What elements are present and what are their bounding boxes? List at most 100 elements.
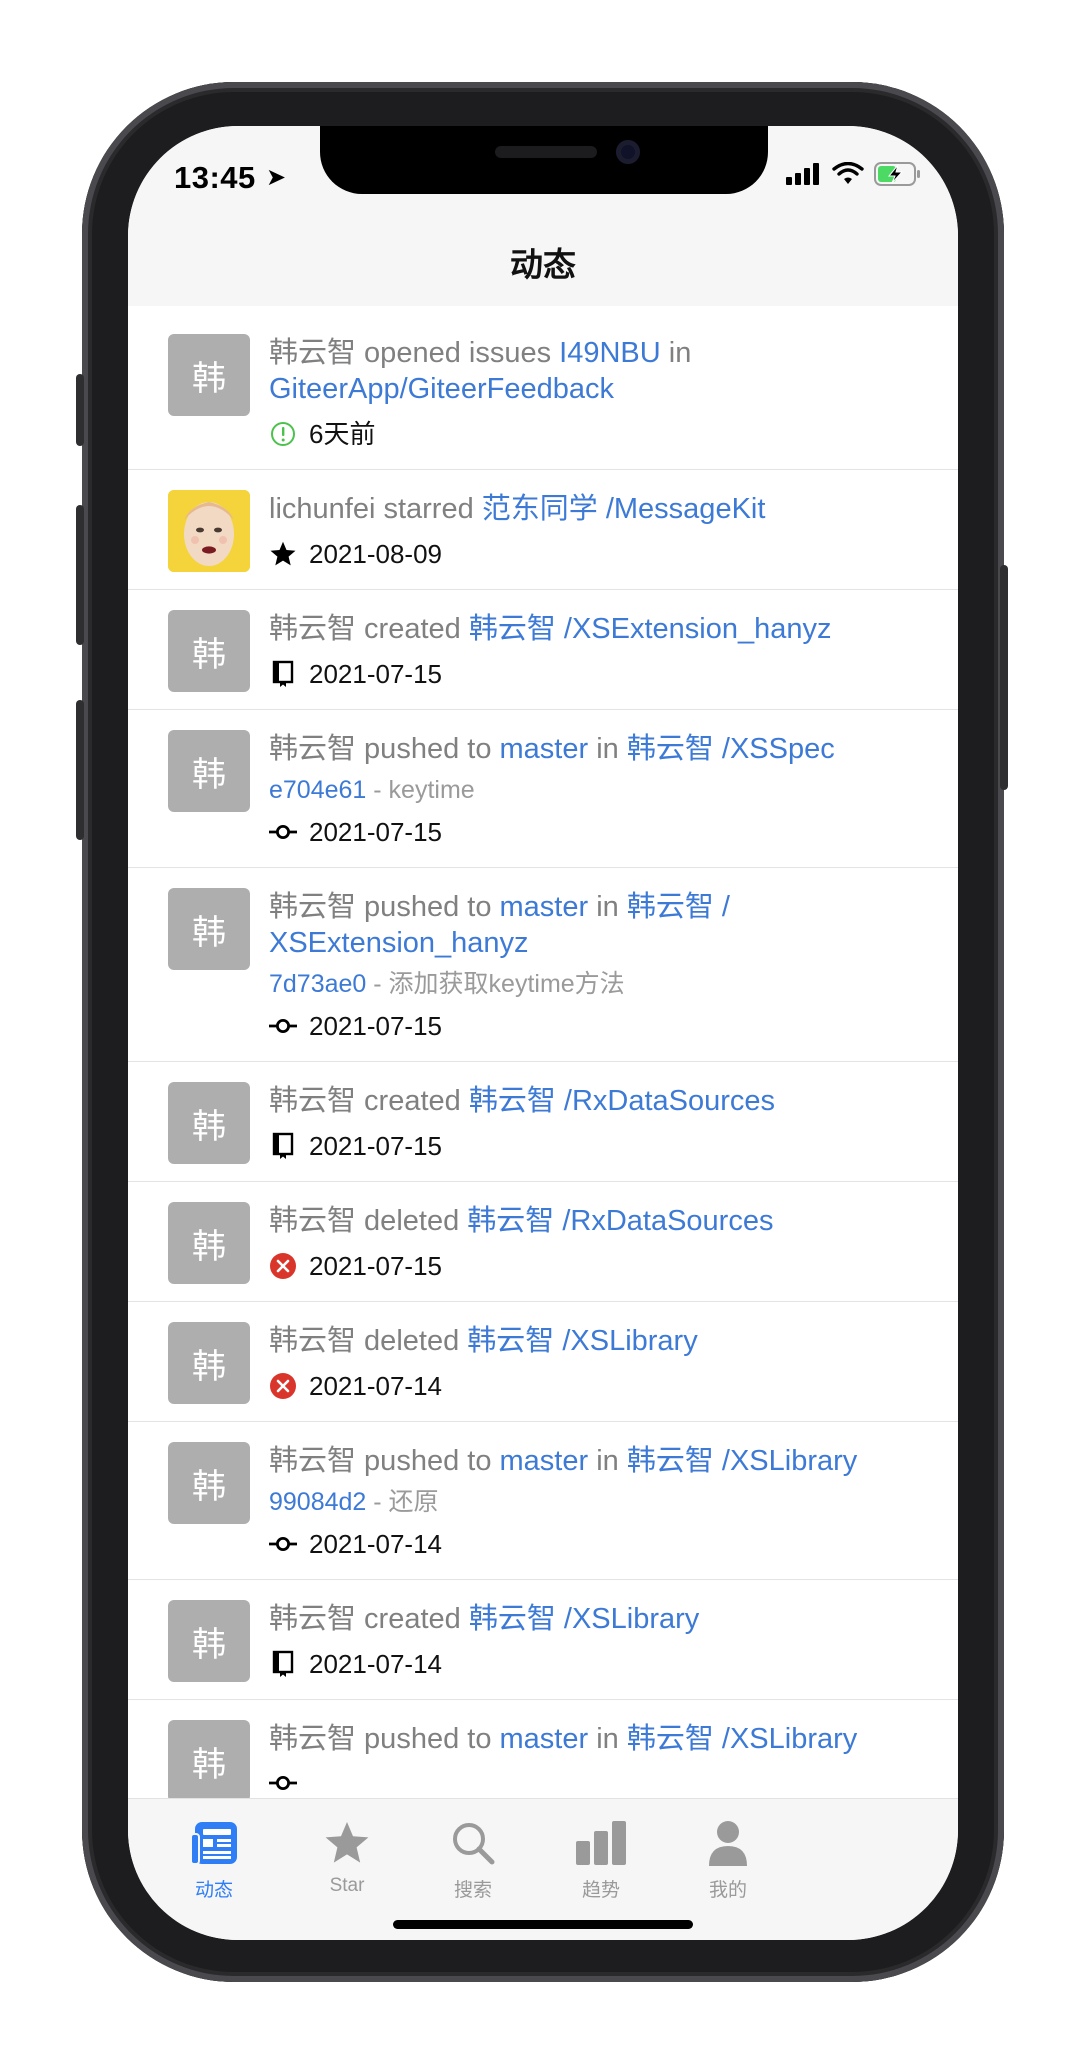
battery-charging-icon (874, 162, 920, 186)
event-text: 韩云智 pushed to (269, 1445, 500, 1477)
event-description: 韩云智 pushed to master in 韩云智 /XSSpec (269, 731, 918, 767)
event-meta: 2021-07-14 (269, 1529, 918, 1559)
event-link[interactable]: master (500, 891, 589, 923)
home-indicator[interactable] (393, 1920, 693, 1929)
event-description: 韩云智 deleted 韩云智 /RxDataSources (269, 1203, 918, 1239)
silent-switch (76, 374, 84, 446)
event-text: lichunfei starred (269, 493, 482, 525)
event-link[interactable]: master (500, 1445, 589, 1477)
tab-person[interactable]: 我的 (668, 1817, 788, 1902)
avatar[interactable]: 韩 (168, 1082, 250, 1164)
event-link[interactable]: 韩云智 /RxDataSources (467, 1205, 773, 1237)
feed-item[interactable]: 韩韩云智 deleted 韩云智 /RxDataSources 2021-07-1… (128, 1182, 958, 1302)
commit-info: 7d73ae0 - 添加获取keytime方法 (269, 969, 918, 999)
event-meta: 2021-07-15 (269, 1251, 918, 1281)
commit-hash-link[interactable]: e704e61 (269, 776, 366, 804)
tab-label: 趋势 (581, 1880, 620, 1901)
repo-icon (269, 1650, 297, 1678)
event-time: 2021-07-15 (309, 1131, 442, 1161)
event-link[interactable]: master (500, 733, 589, 765)
repo-icon (269, 1132, 297, 1160)
volume-up-button (76, 505, 84, 645)
feed-item[interactable]: 韩韩云智 opened issues I49NBU in GiteerApp/G… (128, 314, 958, 470)
event-link[interactable]: 范东同学 /MessageKit (482, 493, 766, 525)
feed-item[interactable]: 韩韩云智 pushed to master in 韩云智 / XSExtensi… (128, 868, 958, 1062)
event-link[interactable]: 韩云智 /XSSpec (627, 733, 835, 765)
event-description: 韩云智 opened issues I49NBU in GiteerApp/Gi… (269, 335, 918, 407)
commit-hash-link[interactable]: 99084d2 (269, 1488, 366, 1516)
tab-chart[interactable]: 趋势 (541, 1817, 661, 1902)
avatar[interactable]: 韩 (168, 888, 250, 970)
event-text: 韩云智 created (269, 613, 469, 645)
feed-item[interactable]: 韩韩云智 created 韩云智 /RxDataSources 2021-07-1… (128, 1062, 958, 1182)
avatar[interactable]: 韩 (168, 1202, 250, 1284)
avatar[interactable]: 韩 (168, 334, 250, 416)
event-link[interactable]: GiteerApp/GiteerFeedback (269, 373, 614, 405)
commit-icon (269, 1530, 297, 1558)
avatar[interactable] (168, 490, 250, 572)
tab-feed[interactable]: 动态 (154, 1817, 274, 1902)
event-text: 韩云智 opened issues (269, 337, 560, 369)
feed-item[interactable]: lichunfei starred 范东同学 /MessageKit 2021-0… (128, 470, 958, 590)
activity-feed[interactable]: 韩韩云智 opened issues I49NBU in GiteerApp/G… (128, 314, 958, 1798)
event-text: 韩云智 created (269, 1085, 469, 1117)
event-description: 韩云智 created 韩云智 /RxDataSources (269, 1083, 918, 1119)
event-meta: 2021-07-15 (269, 1131, 918, 1161)
earpiece-speaker (495, 146, 597, 158)
feed-item[interactable]: 韩韩云智 pushed to master in 韩云智 /XSLibrary (128, 1700, 958, 1798)
avatar[interactable]: 韩 (168, 1720, 250, 1798)
event-link[interactable]: master (500, 1723, 589, 1755)
front-camera (616, 140, 640, 164)
tab-star[interactable]: Star (287, 1817, 407, 1897)
commit-icon (269, 1769, 297, 1797)
event-text: in (588, 1445, 627, 1477)
cellular-signal-icon (786, 163, 819, 185)
event-text: in (660, 337, 692, 369)
event-text: 韩云智 deleted (269, 1205, 468, 1237)
avatar[interactable]: 韩 (168, 610, 250, 692)
event-time: 6天前 (309, 419, 376, 449)
event-link[interactable]: 韩云智 /XSLibrary (467, 1325, 697, 1357)
event-link[interactable]: 韩云智 /RxDataSources (469, 1085, 775, 1117)
event-description: lichunfei starred 范东同学 /MessageKit (269, 491, 918, 527)
power-button (1000, 565, 1008, 790)
event-link[interactable]: 韩云智 /XSLibrary (627, 1723, 857, 1755)
event-meta: 6天前 (269, 419, 918, 449)
tab-label: Star (329, 1875, 365, 1896)
tab-search[interactable]: 搜索 (413, 1817, 533, 1902)
page-title: 动态 (510, 246, 576, 283)
event-meta: 2021-07-15 (269, 659, 918, 689)
event-link[interactable]: 韩云智 /XSLibrary (469, 1603, 699, 1635)
wifi-icon (832, 162, 864, 184)
repo-icon (269, 660, 297, 688)
feed-item[interactable]: 韩韩云智 pushed to master in 韩云智 /XSLibrary 9… (128, 1422, 958, 1580)
tab-label: 动态 (194, 1880, 233, 1901)
commit-hash-link[interactable]: 7d73ae0 (269, 970, 366, 998)
avatar[interactable]: 韩 (168, 1600, 250, 1682)
star-icon (269, 540, 297, 568)
event-link[interactable]: I49NBU (559, 337, 661, 369)
event-meta: 2021-07-15 (269, 817, 918, 847)
feed-item[interactable]: 韩韩云智 created 韩云智 /XSExtension_hanyz 2021-… (128, 590, 958, 710)
delete-icon (269, 1252, 297, 1280)
event-time: 2021-07-15 (309, 1011, 442, 1041)
avatar[interactable]: 韩 (168, 1442, 250, 1524)
event-link[interactable]: 韩云智 /XSLibrary (627, 1445, 857, 1477)
commit-message: - keytime (366, 776, 475, 804)
event-time: 2021-07-14 (309, 1649, 442, 1679)
avatar[interactable]: 韩 (168, 730, 250, 812)
event-text: in (588, 891, 627, 923)
avatar[interactable]: 韩 (168, 1322, 250, 1404)
commit-message: - 还原 (366, 1488, 439, 1516)
location-arrow-icon: ➤ (266, 164, 287, 191)
feed-item[interactable]: 韩韩云智 created 韩云智 /XSLibrary 2021-07-14 (128, 1580, 958, 1700)
navigation-bar: 动态 (128, 216, 958, 306)
feed-item[interactable]: 韩韩云智 deleted 韩云智 /XSLibrary 2021-07-14 (128, 1302, 958, 1422)
event-link[interactable]: 韩云智 /XSExtension_hanyz (469, 613, 832, 645)
status-time: 13:45 (174, 160, 256, 195)
volume-down-button (76, 700, 84, 840)
event-text: in (588, 1723, 627, 1755)
commit-message: - 添加获取keytime方法 (366, 970, 625, 998)
feed-item[interactable]: 韩韩云智 pushed to master in 韩云智 /XSSpec e704… (128, 710, 958, 868)
chart-icon (541, 1817, 661, 1869)
